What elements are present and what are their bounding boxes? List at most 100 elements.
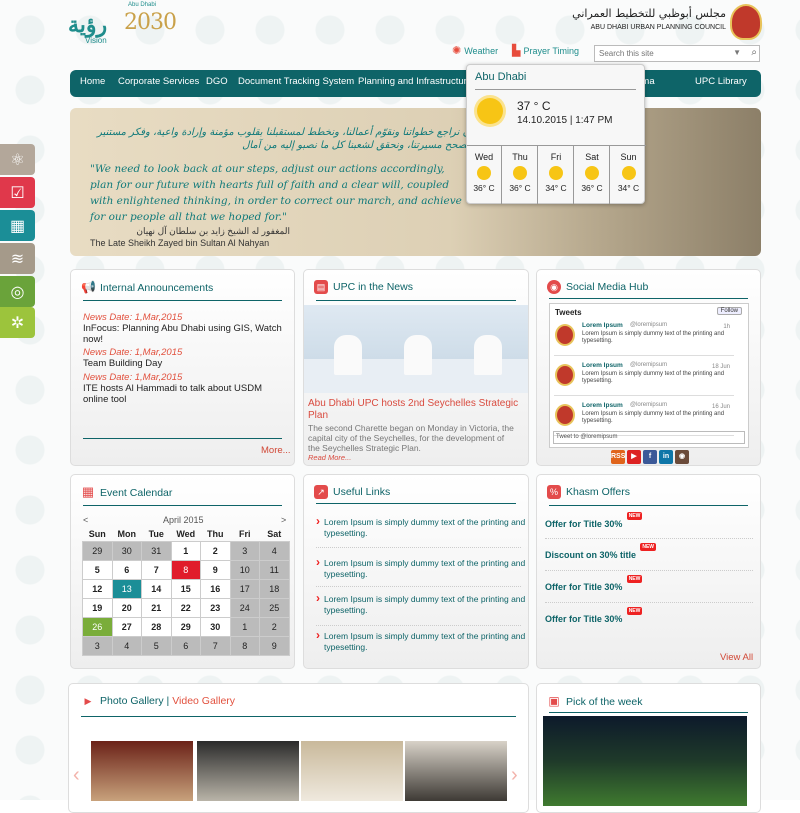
facebook-icon[interactable]: f — [643, 450, 657, 464]
calendar-day[interactable]: 27 — [111, 616, 142, 637]
calendar-day[interactable]: 1 — [229, 616, 260, 637]
calendar-day[interactable]: 22 — [170, 597, 201, 618]
layers-icon[interactable]: ≋ — [0, 243, 35, 274]
chevron-left-icon[interactable]: ‹ — [73, 764, 80, 787]
checklist-icon[interactable]: ☑ — [0, 177, 35, 208]
calendar-day[interactable]: 2 — [200, 540, 231, 561]
calendar-next[interactable]: > — [281, 515, 286, 525]
gallery-photo[interactable] — [405, 741, 507, 801]
weather-link[interactable]: ✺ Weather — [452, 44, 498, 57]
tweet-input[interactable]: Tweet to @loremipsum — [553, 431, 745, 444]
useful-link[interactable]: Lorem Ipsum is simply dummy text of the … — [316, 516, 526, 539]
calendar-day[interactable]: 5 — [141, 635, 172, 656]
calendar-day[interactable]: 19 — [82, 597, 113, 618]
upc-logo[interactable]: مجلس أبوظبي للتخطيط العمراني ABU DHABI U… — [572, 4, 764, 40]
useful-link[interactable]: Lorem Ipsum is simply dummy text of the … — [316, 593, 526, 616]
useful-link[interactable]: Lorem Ipsum is simply dummy text of the … — [316, 630, 526, 653]
offer-item[interactable]: Discount on 30% title NEW — [545, 543, 657, 560]
calendar-day[interactable]: 7 — [200, 635, 231, 656]
calendar-day[interactable]: 26 — [82, 616, 113, 637]
calendar-day[interactable]: 6 — [170, 635, 201, 656]
calendar-day[interactable]: 10 — [229, 559, 260, 580]
video-gallery-tab[interactable]: Video Gallery — [172, 695, 235, 707]
vision-2030-logo[interactable]: رؤية 2030 Vision Abu Dhabi — [68, 2, 177, 45]
calendar-prev[interactable]: < — [83, 515, 88, 525]
announcement-item[interactable]: News Date: 1,Mar,2015 InFocus: Planning A… — [83, 312, 283, 345]
calendar-day[interactable]: 5 — [82, 559, 113, 580]
calendar-day[interactable]: 23 — [200, 597, 231, 618]
calendar-day[interactable]: 17 — [229, 578, 260, 599]
calendar-day[interactable]: 28 — [141, 616, 172, 637]
calendar-day[interactable]: 8 — [170, 559, 201, 580]
calendar-day[interactable]: 21 — [141, 597, 172, 618]
calendar-day[interactable]: 4 — [259, 540, 290, 561]
calendar-day[interactable]: 3 — [82, 635, 113, 656]
news-headline[interactable]: Abu Dhabi UPC hosts 2nd Seychelles Strat… — [308, 398, 528, 422]
nav-corporate-services[interactable]: Corporate Services — [118, 76, 199, 87]
view-all-link[interactable]: View All — [720, 652, 753, 663]
calendar-day[interactable]: 8 — [229, 635, 260, 656]
read-more-link[interactable]: Read More... — [308, 453, 351, 462]
tweet[interactable]: Lorem Ipsum @loremipsum 18 Jun Lorem Ipsum … — [554, 360, 734, 396]
youtube-icon[interactable]: ▶ — [627, 450, 641, 464]
photo-gallery-tab[interactable]: Photo Gallery — [100, 695, 164, 707]
offer-item[interactable]: Offer for Title 30% NEW — [545, 575, 643, 592]
calendar-day[interactable]: 2 — [259, 616, 290, 637]
instagram-icon[interactable]: ◉ — [675, 450, 689, 464]
calendar-day[interactable]: 6 — [111, 559, 142, 580]
search-scope-dropdown[interactable]: ▼ — [733, 48, 741, 57]
table-icon[interactable]: ▦ — [0, 210, 35, 241]
calendar-day[interactable]: 30 — [200, 616, 231, 637]
network-icon[interactable]: ✲ — [0, 307, 35, 338]
calendar-day[interactable]: 3 — [229, 540, 260, 561]
useful-link[interactable]: Lorem Ipsum is simply dummy text of the … — [316, 557, 526, 580]
chevron-right-icon[interactable]: › — [511, 764, 518, 787]
search-input[interactable] — [595, 46, 729, 61]
panel-title: % Khasm Offers — [547, 485, 630, 499]
calendar-day[interactable]: 18 — [259, 578, 290, 599]
nav-home[interactable]: Home — [80, 76, 105, 87]
news-image[interactable] — [304, 305, 528, 393]
offer-item[interactable]: Offer for Title 30% NEW — [545, 512, 643, 529]
nav-document-tracking[interactable]: Document Tracking System — [238, 76, 354, 87]
pick-photo[interactable] — [543, 716, 747, 806]
calendar-day[interactable]: 9 — [259, 635, 290, 656]
more-link[interactable]: More... — [261, 445, 291, 456]
gallery-photo[interactable] — [197, 741, 299, 801]
follow-button[interactable]: Follow — [716, 307, 742, 315]
calendar-day[interactable]: 20 — [111, 597, 142, 618]
rss-icon[interactable]: RSS — [611, 450, 625, 464]
prayer-timing-link[interactable]: ▙ Prayer Timing — [512, 44, 579, 57]
calendar-day[interactable]: 25 — [259, 597, 290, 618]
pick-panel: ▣ Pick of the week — [536, 683, 761, 813]
offer-item[interactable]: Offer for Title 30% NEW — [545, 607, 643, 624]
calendar-day[interactable]: 7 — [141, 559, 172, 580]
announcement-item[interactable]: News Date: 1,Mar,2015 ITE hosts Al Hammad… — [83, 372, 283, 405]
calendar-day[interactable]: 9 — [200, 559, 231, 580]
calendar-day[interactable]: 4 — [111, 635, 142, 656]
atom-icon[interactable]: ⚛ — [0, 144, 35, 175]
calendar-day[interactable]: 13 — [111, 578, 142, 599]
calendar-day[interactable]: 14 — [141, 578, 172, 599]
announcement-item[interactable]: News Date: 1,Mar,2015 Team Building Day — [83, 347, 283, 369]
calendar-day[interactable]: 31 — [141, 540, 172, 561]
calendar-day[interactable]: 15 — [170, 578, 201, 599]
calendar-day[interactable]: 29 — [170, 616, 201, 637]
calendar-day[interactable]: 1 — [170, 540, 201, 561]
linkedin-icon[interactable]: in — [659, 450, 673, 464]
divider — [81, 716, 516, 717]
tweet[interactable]: Lorem Ipsum @loremipsum 1h Lorem Ipsum is s… — [554, 320, 734, 356]
search-icon[interactable]: ⌕ — [751, 47, 757, 58]
gallery-photo[interactable] — [91, 741, 193, 801]
nav-upc-library[interactable]: UPC Library — [695, 76, 747, 87]
nav-planning[interactable]: Planning and Infrastructure — [358, 76, 472, 87]
gallery-photo[interactable] — [301, 741, 403, 801]
calendar-day[interactable]: 16 — [200, 578, 231, 599]
calendar-day[interactable]: 30 — [111, 540, 142, 561]
calendar-day[interactable]: 24 — [229, 597, 260, 618]
calendar-day[interactable]: 11 — [259, 559, 290, 580]
calendar-day[interactable]: 29 — [82, 540, 113, 561]
nav-dgo[interactable]: DGO — [206, 76, 228, 87]
fingerprint-icon[interactable]: ◎ — [0, 276, 35, 307]
calendar-day[interactable]: 12 — [82, 578, 113, 599]
